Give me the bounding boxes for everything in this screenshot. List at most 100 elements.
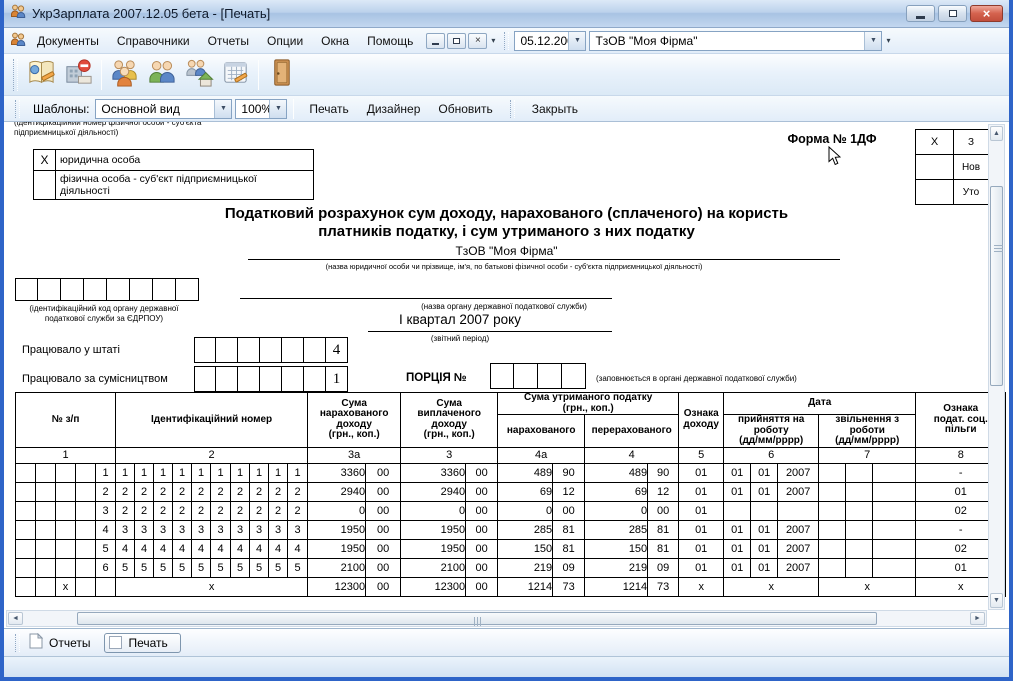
- table-cell: 73: [553, 577, 585, 596]
- exit-button[interactable]: [263, 56, 300, 93]
- table-cell: 3: [269, 520, 288, 539]
- horizontal-scroll-thumb[interactable]: [77, 612, 877, 625]
- col-header-num: № з/п: [16, 393, 116, 448]
- menu-item-reports[interactable]: Отчеты: [199, 31, 258, 51]
- form-box: [238, 337, 260, 363]
- toolbar-overflow-icon[interactable]: ▾: [487, 36, 499, 45]
- table-cell: 2: [96, 482, 116, 501]
- form-box: [84, 278, 107, 301]
- tab-print[interactable]: Печать: [104, 633, 180, 653]
- journal-button[interactable]: [23, 56, 60, 93]
- zoom-combobox[interactable]: 100% ▼: [235, 99, 287, 119]
- parttime-count-label: Працювало за сумісництвом: [22, 373, 168, 385]
- menu-item-documents[interactable]: Документы: [28, 31, 108, 51]
- toolbar-separator: [293, 99, 294, 119]
- table-cell: 01: [679, 520, 724, 539]
- table-cell: 01: [724, 520, 751, 539]
- scroll-right-icon[interactable]: ►: [970, 612, 985, 625]
- table-cell: 01: [679, 463, 724, 482]
- table-cell: 2: [211, 482, 231, 501]
- tab-reports[interactable]: Отчеты: [49, 636, 90, 650]
- table-cell: 2: [192, 482, 211, 501]
- table-cell: 81: [648, 520, 679, 539]
- table-cell: 4: [154, 539, 173, 558]
- table-cell: 09: [553, 558, 585, 577]
- column-number: 2: [116, 447, 308, 463]
- report-status-table: X З Нов Уто: [915, 129, 989, 205]
- menu-item-directories[interactable]: Справочники: [108, 31, 199, 51]
- form-box: [238, 366, 260, 392]
- work-date-combobox[interactable]: 05.12.2007 ▼: [514, 31, 586, 51]
- designer-button[interactable]: Дизайнер: [358, 99, 430, 119]
- horizontal-scrollbar[interactable]: ◄ ►: [6, 610, 987, 627]
- table-cell: 2100: [308, 558, 366, 577]
- refresh-button[interactable]: Обновить: [429, 99, 501, 119]
- form-number-label: Форма № 1ДФ: [732, 132, 932, 146]
- person-type-label: юридична особа: [56, 150, 314, 171]
- table-cell: 4: [250, 539, 269, 558]
- form-box: 1: [326, 366, 348, 392]
- table-cell: 81: [553, 539, 585, 558]
- mdi-close-button[interactable]: ×: [468, 33, 487, 49]
- employees-button[interactable]: [106, 56, 143, 93]
- minimize-button[interactable]: [906, 5, 935, 22]
- vertical-scroll-thumb[interactable]: [990, 186, 1003, 386]
- income-tax-table: № з/п Ідентифікаційний номер Сума нарахо…: [15, 392, 1006, 597]
- table-cell: 00: [366, 520, 401, 539]
- column-number-row: 123а34а45678: [16, 447, 1006, 463]
- table-cell: [56, 558, 76, 577]
- table-cell: 1: [154, 463, 173, 482]
- toolbar-separator: [258, 60, 259, 90]
- person-type-mark: X: [34, 150, 56, 171]
- menu-item-windows[interactable]: Окна: [312, 31, 358, 51]
- menu-app-icon: [10, 31, 26, 50]
- vertical-scrollbar[interactable]: ▲ ▼: [988, 124, 1005, 610]
- table-cell: [846, 482, 873, 501]
- company-combobox[interactable]: ТзОВ "Моя Фірма" ▼: [589, 31, 882, 51]
- close-button[interactable]: ×: [970, 5, 1003, 22]
- table-cell: 2: [192, 501, 211, 520]
- mdi-minimize-button[interactable]: [426, 33, 445, 49]
- table-cell: 01: [724, 539, 751, 558]
- chevron-down-icon[interactable]: ▼: [864, 32, 881, 50]
- table-cell: 0: [585, 501, 648, 520]
- toolbar-separator: [101, 60, 102, 90]
- table-cell: [846, 558, 873, 577]
- table-cell: [16, 539, 36, 558]
- table-cell: 3: [173, 520, 192, 539]
- scroll-up-icon[interactable]: ▲: [990, 126, 1003, 141]
- table-cell: 3: [135, 520, 154, 539]
- restore-button[interactable]: [938, 5, 967, 22]
- print-button[interactable]: Печать: [300, 99, 357, 119]
- template-value: Основной вид: [96, 100, 214, 118]
- table-cell: [16, 520, 36, 539]
- timesheet-button[interactable]: [217, 56, 254, 93]
- table-cell: [56, 539, 76, 558]
- table-cell: 2007: [778, 520, 819, 539]
- menu-item-help[interactable]: Помощь: [358, 31, 422, 51]
- menu-item-options[interactable]: Опции: [258, 31, 312, 51]
- scroll-left-icon[interactable]: ◄: [8, 612, 23, 625]
- mdi-restore-button[interactable]: [447, 33, 466, 49]
- blocked-organization-button[interactable]: [60, 56, 97, 93]
- scroll-down-icon[interactable]: ▼: [990, 593, 1003, 608]
- top-caption: (ідентифікаційний номер фізичної особи -…: [14, 122, 202, 137]
- table-cell: 1: [231, 463, 250, 482]
- chevron-down-icon[interactable]: ▼: [568, 32, 585, 50]
- form-box: [194, 366, 216, 392]
- form-box: [490, 363, 514, 389]
- close-preview-button[interactable]: Закрыть: [523, 99, 587, 119]
- table-cell: [16, 482, 36, 501]
- company-name: ТзОВ "Моя Фірма": [4, 244, 1009, 258]
- table-cell: 81: [648, 539, 679, 558]
- personnel-button[interactable]: [143, 56, 180, 93]
- table-cell: 1: [269, 463, 288, 482]
- chevron-down-icon[interactable]: ▼: [269, 100, 286, 118]
- dismissal-button[interactable]: [180, 56, 217, 93]
- form-title-line2: платників податку, і сум утриманого з ни…: [4, 223, 1009, 240]
- combo-overflow-icon[interactable]: ▾: [882, 36, 894, 45]
- form-box: [260, 366, 282, 392]
- restore-icon: [949, 10, 957, 17]
- template-combobox[interactable]: Основной вид ▼: [95, 99, 232, 119]
- chevron-down-icon[interactable]: ▼: [214, 100, 231, 118]
